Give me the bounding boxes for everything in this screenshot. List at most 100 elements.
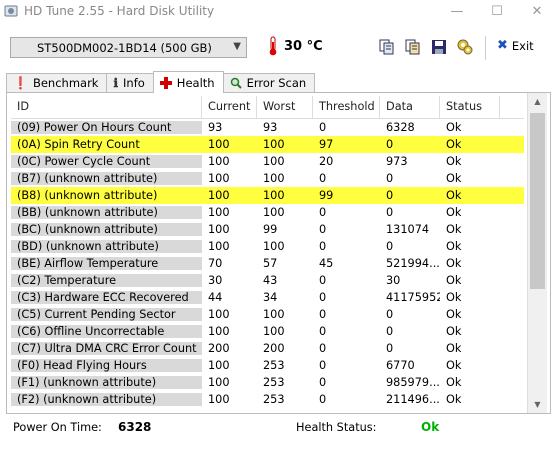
cell-id: (C7) Ultra DMA CRC Error Count	[11, 342, 202, 355]
toolbar: ST500DM002-1BD14 (500 GB) ▼ 30 °C ✖ Exit	[0, 30, 557, 66]
table-row[interactable]: (0A) Spin Retry Count 100 100 97 0 Ok	[11, 136, 524, 153]
vertical-scrollbar[interactable]: ▲ ▼	[527, 93, 547, 413]
cell-worst: 34	[263, 291, 278, 304]
cell-threshold: 45	[319, 257, 334, 270]
cell-threshold: 0	[319, 393, 327, 406]
cell-current: 200	[208, 342, 230, 355]
cell-threshold: 99	[319, 189, 334, 202]
exit-button[interactable]: ✖ Exit	[497, 38, 534, 53]
temperature-display: 30 °C	[268, 36, 323, 56]
table-row[interactable]: (F2) (unknown attribute) 100 253 0 211496...…	[11, 391, 524, 408]
power-on-time-value: 6328	[118, 420, 152, 434]
window-title: HD Tune 2.55 - Hard Disk Utility	[24, 4, 215, 18]
cell-current: 100	[208, 138, 230, 151]
cell-id: (F2) (unknown attribute)	[11, 393, 202, 406]
cell-status: Ok	[446, 291, 462, 304]
save-icon[interactable]	[430, 38, 448, 56]
cell-worst: 93	[263, 121, 278, 134]
cell-current: 100	[208, 223, 230, 236]
cell-worst: 43	[263, 274, 278, 287]
cell-worst: 253	[263, 376, 285, 389]
cell-worst: 100	[263, 172, 285, 185]
cell-threshold: 0	[319, 359, 327, 372]
cell-data: 0	[386, 172, 394, 185]
cell-status: Ok	[446, 121, 462, 134]
column-header-current[interactable]: Current	[202, 96, 257, 118]
toolbar-separator	[485, 36, 486, 60]
tab-label: Error Scan	[246, 76, 307, 90]
close-button[interactable]: ✕	[517, 0, 557, 22]
cell-current: 100	[208, 172, 230, 185]
table-row[interactable]: (BB) (unknown attribute) 100 100 0 0 Ok	[11, 204, 524, 221]
table-row[interactable]: (C7) Ultra DMA CRC Error Count 200 200 0 0 Ok	[11, 340, 524, 357]
table-row[interactable]: (B7) (unknown attribute) 100 100 0 0 Ok	[11, 170, 524, 187]
benchmark-icon: ❗	[13, 76, 28, 90]
options-icon[interactable]	[456, 38, 474, 56]
column-header-worst[interactable]: Worst	[257, 96, 313, 118]
cell-current: 100	[208, 206, 230, 219]
tab-strip: ❗ Benchmark ℹ Info Health Error Scan	[6, 71, 316, 93]
cell-worst: 99	[263, 223, 278, 236]
column-header-threshold[interactable]: Threshold	[313, 96, 380, 118]
drive-select[interactable]: ST500DM002-1BD14 (500 GB) ▼	[10, 37, 247, 58]
table-row[interactable]: (C2) Temperature 30 43 0 30 Ok	[11, 272, 524, 289]
column-header-id[interactable]: ID	[11, 96, 202, 118]
cell-data: 6770	[386, 359, 415, 372]
cell-status: Ok	[446, 274, 462, 287]
cell-status: Ok	[446, 223, 462, 236]
power-on-time-label: Power On Time:	[13, 421, 102, 434]
scroll-up-icon[interactable]: ▲	[528, 93, 547, 110]
cell-threshold: 0	[319, 223, 327, 236]
table-row[interactable]: (09) Power On Hours Count 93 93 0 6328 Ok	[11, 119, 524, 136]
cell-threshold: 0	[319, 376, 327, 389]
tab-error-scan[interactable]: Error Scan	[222, 73, 316, 92]
column-header-status[interactable]: Status	[440, 96, 500, 118]
cell-id: (BC) (unknown attribute)	[11, 223, 202, 236]
cell-current: 100	[208, 155, 230, 168]
scroll-down-icon[interactable]: ▼	[528, 396, 547, 413]
cell-status: Ok	[446, 325, 462, 338]
table-row[interactable]: (F0) Head Flying Hours 100 253 0 6770 Ok	[11, 357, 524, 374]
cell-threshold: 0	[319, 240, 327, 253]
cell-worst: 57	[263, 257, 278, 270]
copy-all-icon[interactable]	[404, 38, 422, 56]
cell-worst: 253	[263, 359, 285, 372]
cell-status: Ok	[446, 172, 462, 185]
health-status-label: Health Status:	[296, 421, 377, 434]
column-header-data[interactable]: Data	[380, 96, 440, 118]
cell-data: 0	[386, 325, 394, 338]
cell-current: 100	[208, 376, 230, 389]
tab-benchmark[interactable]: ❗ Benchmark	[6, 73, 108, 92]
maximize-button[interactable]: ☐	[477, 0, 517, 22]
cell-threshold: 0	[319, 291, 327, 304]
cell-data: 973	[386, 155, 408, 168]
drive-select-value: ST500DM002-1BD14 (500 GB)	[37, 40, 212, 55]
cell-current: 30	[208, 274, 223, 287]
table-row[interactable]: (BC) (unknown attribute) 100 99 0 131074 Ok	[11, 221, 524, 238]
cell-id: (C5) Current Pending Sector	[11, 308, 202, 321]
copy-info-icon[interactable]	[378, 38, 396, 56]
cell-worst: 253	[263, 393, 285, 406]
minimize-button[interactable]: —	[437, 0, 477, 22]
table-row[interactable]: (C6) Offline Uncorrectable 100 100 0 0 Ok	[11, 323, 524, 340]
table-row[interactable]: (F1) (unknown attribute) 100 253 0 985979...…	[11, 374, 524, 391]
cell-threshold: 0	[319, 274, 327, 287]
table-row[interactable]: (BD) (unknown attribute) 100 100 0 0 Ok	[11, 238, 524, 255]
table-row[interactable]: (C5) Current Pending Sector 100 100 0 0 Ok	[11, 306, 524, 323]
cell-data: 0	[386, 240, 394, 253]
cell-data: 985979...	[386, 376, 440, 389]
table-row[interactable]: (B8) (unknown attribute) 100 100 99 0 Ok	[11, 187, 524, 204]
scrollbar-thumb[interactable]	[530, 113, 545, 289]
health-status-value: Ok	[421, 420, 440, 434]
tab-info[interactable]: ℹ Info	[106, 73, 154, 92]
cell-threshold: 97	[319, 138, 334, 151]
table-row[interactable]: (BE) Airflow Temperature 70 57 45 521994... O…	[11, 255, 524, 272]
tab-label: Benchmark	[32, 76, 99, 90]
table-row[interactable]: (0C) Power Cycle Count 100 100 20 973 Ok	[11, 153, 524, 170]
tab-health[interactable]: Health	[152, 71, 224, 93]
cell-status: Ok	[446, 155, 462, 168]
cell-worst: 100	[263, 308, 285, 321]
table-row[interactable]: (C3) Hardware ECC Recovered 44 34 0 41175952…	[11, 289, 524, 306]
cell-id: (F1) (unknown attribute)	[11, 376, 202, 389]
cell-data: 131074	[386, 223, 430, 236]
